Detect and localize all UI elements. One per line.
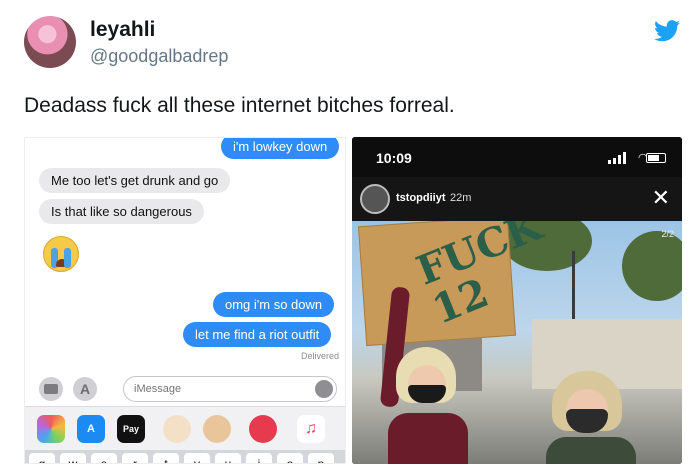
- monkey-animoji-icon[interactable]: [163, 415, 191, 443]
- keyboard: q w e r t y u i o p: [25, 450, 345, 463]
- display-name[interactable]: leyahli: [90, 18, 155, 42]
- story-username[interactable]: tstopdiiyt: [396, 192, 446, 204]
- status-bar: 10:09 ◠: [352, 137, 682, 177]
- sign-text: FUCK 12: [410, 221, 549, 334]
- music-app-icon[interactable]: ♫: [297, 415, 325, 443]
- message-bubble-incoming: Is that like so dangerous: [39, 199, 204, 224]
- crying-face-emoji: [43, 236, 79, 272]
- delivered-status: Delivered: [300, 351, 339, 361]
- message-bubble-outgoing: i'm lowkey down: [221, 138, 340, 159]
- memoji-icon[interactable]: [203, 415, 231, 443]
- key-y[interactable]: y: [184, 453, 210, 463]
- voice-input-button[interactable]: [315, 380, 333, 398]
- camera-button[interactable]: [39, 377, 63, 401]
- composer: A: [25, 372, 345, 406]
- avatar[interactable]: [24, 16, 76, 68]
- photos-app-icon[interactable]: [37, 415, 65, 443]
- instagram-story-screenshot: 10:09 ◠ tstopdiiyt 22m ✕ FUCK 12 2/2: [352, 137, 682, 464]
- battery-icon: [646, 153, 666, 163]
- status-icons: ◠: [608, 152, 666, 164]
- tree: [622, 231, 682, 301]
- key-u[interactable]: u: [215, 453, 241, 463]
- close-icon[interactable]: ✕: [652, 186, 670, 210]
- protester-left: [379, 286, 470, 464]
- app-store-app-icon[interactable]: A: [77, 415, 105, 443]
- imessage-screenshot: i'm lowkey down Me too let's get drunk a…: [24, 137, 346, 464]
- apple-pay-app-icon[interactable]: Pay: [117, 415, 145, 443]
- key-r[interactable]: r: [122, 453, 148, 463]
- app-tray: A Pay ♫: [25, 406, 345, 450]
- twitter-bird-icon: [654, 20, 680, 42]
- protester-right: [546, 371, 638, 464]
- story-avatar[interactable]: [360, 184, 390, 214]
- story-header: tstopdiiyt 22m ✕: [352, 177, 682, 221]
- story-photo: FUCK 12 2/2: [352, 221, 682, 464]
- key-o[interactable]: o: [277, 453, 303, 463]
- tweet-text: Deadass fuck all these internet bitches …: [24, 94, 455, 117]
- status-time: 10:09: [376, 150, 412, 166]
- handle[interactable]: @goodgalbadrep: [90, 46, 228, 67]
- watermark: 海南电: [270, 226, 325, 243]
- protest-sign: FUCK 12: [357, 221, 548, 347]
- key-p[interactable]: p: [308, 453, 334, 463]
- camera-icon: [44, 384, 58, 394]
- message-bubble-incoming: Me too let's get drunk and go: [39, 168, 231, 193]
- key-q[interactable]: q: [29, 453, 55, 463]
- app-store-button[interactable]: A: [73, 377, 97, 401]
- key-i[interactable]: i: [246, 453, 272, 463]
- watermark-sub: Hinablan: [284, 242, 320, 252]
- story-age: 22m: [450, 192, 472, 204]
- message-input[interactable]: [123, 376, 337, 402]
- key-w[interactable]: w: [60, 453, 86, 463]
- key-t[interactable]: t: [153, 453, 179, 463]
- page-indicator: 2/2: [661, 229, 674, 239]
- key-e[interactable]: e: [91, 453, 117, 463]
- message-bubble-outgoing: omg i'm so down: [213, 292, 335, 317]
- search-images-icon[interactable]: [249, 415, 277, 443]
- message-bubble-outgoing: let me find a riot outfit: [183, 322, 332, 347]
